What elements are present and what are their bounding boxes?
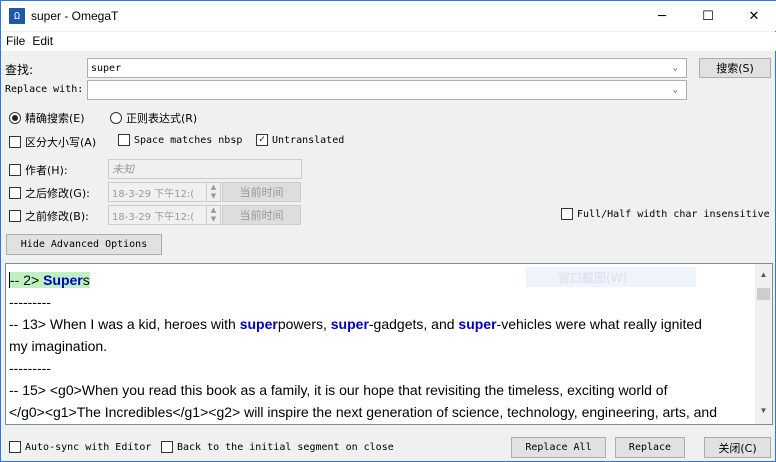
- result-text: -- 2>: [10, 272, 44, 288]
- match-highlight: super: [330, 316, 369, 332]
- checkbox-icon: [9, 164, 21, 176]
- search-results[interactable]: -- 2> Supers --------- -- 13> When I was…: [5, 263, 773, 425]
- before-now-button[interactable]: 当前时间: [222, 205, 301, 225]
- before-label: 之前修改(B):: [25, 210, 89, 223]
- radio-exact[interactable]: 精确搜索(E): [9, 110, 85, 126]
- checkbox-untranslated[interactable]: ✓ Untranslated: [256, 134, 344, 146]
- radio-exact-label: 精确搜索(E): [25, 112, 85, 125]
- scroll-up-icon[interactable]: ▲: [755, 264, 772, 286]
- checkbox-autosync[interactable]: Auto-sync with Editor: [9, 441, 151, 453]
- search-button[interactable]: 搜索(S): [699, 58, 771, 78]
- window-title: super - OmegaT: [31, 9, 119, 23]
- radio-regex-label: 正则表达式(R): [126, 112, 198, 125]
- author-placeholder: 未知: [112, 163, 134, 176]
- author-label: 作者(H):: [25, 164, 68, 177]
- after-label: 之后修改(G):: [25, 187, 90, 200]
- result-segment-15: -- 15> <g0>When you read this book as a …: [9, 382, 668, 398]
- checkbox-icon: [561, 208, 573, 220]
- radio-regex[interactable]: 正则表达式(R): [110, 110, 197, 126]
- checkbox-icon: [161, 441, 173, 453]
- result-text: -vehicles were what really ignited: [496, 316, 702, 332]
- menu-edit[interactable]: Edit: [27, 32, 53, 51]
- result-text: powers,: [277, 316, 331, 332]
- radio-icon: [9, 112, 21, 124]
- checkbox-after[interactable]: 之后修改(G):: [9, 185, 90, 201]
- menu-bar: File Edit: [1, 32, 776, 51]
- case-label: 区分大小写(A): [25, 136, 97, 149]
- result-text: s: [82, 272, 90, 288]
- checkbox-back-initial[interactable]: Back to the initial segment on close: [161, 441, 394, 453]
- checkbox-icon: [9, 441, 21, 453]
- checkbox-icon: [9, 187, 21, 199]
- result-text: my imagination.: [9, 338, 108, 354]
- before-date-value: 18-3-29 下午12:(: [112, 211, 195, 223]
- after-date-value: 18-3-29 下午12:(: [112, 188, 195, 200]
- scrollbar-thumb[interactable]: [757, 288, 770, 300]
- fullhalf-label: Full/Half width char insensitive: [577, 208, 770, 220]
- spinner-arrows-icon[interactable]: ▲ ▼: [206, 183, 220, 201]
- checkbox-before[interactable]: 之前修改(B):: [9, 208, 89, 224]
- replace-input[interactable]: ⌄: [87, 80, 687, 100]
- checkbox-icon: [118, 134, 130, 146]
- match-highlight: Super: [43, 272, 83, 288]
- result-text: -- 13> When I was a kid, heroes with: [9, 316, 240, 332]
- maximize-button[interactable]: ☐: [685, 1, 731, 31]
- chevron-down-icon[interactable]: ⌄: [673, 63, 678, 73]
- result-text: -gadgets, and: [368, 316, 459, 332]
- after-now-button[interactable]: 当前时间: [222, 182, 301, 202]
- close-window-button[interactable]: ✕: [731, 1, 776, 31]
- checkbox-icon: [9, 210, 21, 222]
- minimize-button[interactable]: ─: [639, 1, 685, 31]
- checkbox-icon: [9, 136, 21, 148]
- replace-button[interactable]: Replace: [615, 437, 685, 458]
- checkbox-author[interactable]: 作者(H):: [9, 162, 68, 178]
- before-date-spinner[interactable]: 18-3-29 下午12:( ▲ ▼: [108, 205, 221, 225]
- separator: ---------: [9, 360, 51, 376]
- title-bar: Ω super - OmegaT ─ ☐ ✕: [1, 1, 776, 31]
- back-initial-label: Back to the initial segment on close: [177, 441, 394, 453]
- replace-label: Replace with:: [5, 84, 84, 95]
- match-highlight: super: [458, 316, 497, 332]
- radio-icon: [110, 112, 122, 124]
- untranslated-label: Untranslated: [272, 134, 345, 146]
- hide-advanced-options-button[interactable]: Hide Advanced Options: [6, 234, 162, 255]
- find-value: super: [91, 62, 122, 74]
- find-label: 查找:: [5, 63, 34, 77]
- checkbox-case[interactable]: 区分大小写(A): [9, 134, 96, 150]
- spinner-arrows-icon[interactable]: ▲ ▼: [206, 206, 220, 224]
- after-date-spinner[interactable]: 18-3-29 下午12:( ▲ ▼: [108, 182, 221, 202]
- close-button[interactable]: 关闭(C): [704, 437, 771, 458]
- autosync-label: Auto-sync with Editor: [25, 441, 152, 453]
- check-icon: ✓: [256, 134, 268, 146]
- find-input[interactable]: super ⌄: [87, 58, 687, 78]
- checkbox-fullhalf[interactable]: Full/Half width char insensitive: [561, 208, 770, 220]
- menu-file[interactable]: File: [1, 32, 25, 51]
- nbsp-label: Space matches nbsp: [134, 134, 243, 146]
- scroll-down-icon[interactable]: ▼: [755, 400, 772, 422]
- result-text: </g0><g1>The Incredibles</g1><g2> will i…: [9, 404, 717, 420]
- app-icon: Ω: [9, 8, 25, 24]
- ghost-overlay: 窗口截图(W): [526, 267, 696, 287]
- chevron-down-icon[interactable]: ⌄: [673, 85, 678, 95]
- result-segment-2: -- 2> Supers: [9, 272, 90, 288]
- separator: ---------: [9, 294, 51, 310]
- match-highlight: super: [239, 316, 278, 332]
- replace-all-button[interactable]: Replace All: [511, 437, 606, 458]
- result-segment-13: -- 13> When I was a kid, heroes with sup…: [9, 313, 772, 335]
- author-input[interactable]: 未知: [108, 159, 302, 179]
- checkbox-nbsp[interactable]: Space matches nbsp: [118, 134, 242, 146]
- scrollbar[interactable]: ▲ ▼: [755, 264, 772, 424]
